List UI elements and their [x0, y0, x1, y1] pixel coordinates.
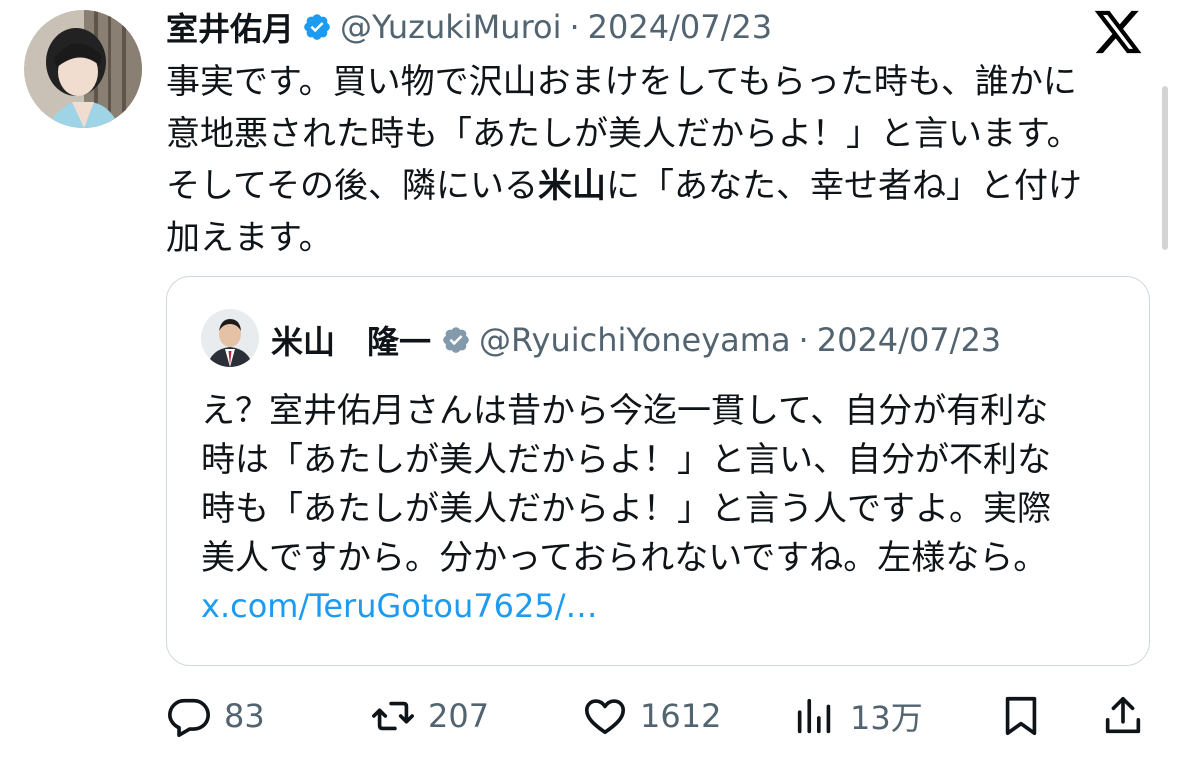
view-count: 13万 [850, 699, 923, 737]
author-name[interactable]: 室井佑月 [166, 4, 294, 50]
separator: · [798, 321, 809, 359]
share-button[interactable] [1100, 688, 1146, 744]
separator: · [569, 8, 580, 46]
quoted-tweet-header: 米山 隆一 @RyuichiYoneyama · 2024/07/23 [271, 315, 1001, 365]
views-button[interactable]: 13万 [792, 688, 923, 744]
tweet-text-line: 加えます。 [166, 218, 333, 258]
tweet-text-highlight: 米山 [537, 166, 606, 206]
verified-badge-icon [443, 327, 469, 353]
like-count: 1612 [640, 697, 722, 735]
action-bar: 83 207 1612 13万 [0, 688, 1179, 744]
tweet-text-segment: そしてその後、隣にいる [166, 166, 538, 206]
bookmark-button[interactable] [998, 688, 1044, 744]
quoted-author-handle[interactable]: @RyuichiYoneyama [479, 321, 791, 359]
repost-button[interactable]: 207 [370, 688, 489, 744]
tweet-text-segment: に「あなた、幸せ者ね」と付け [605, 166, 1082, 206]
reply-count: 83 [224, 697, 265, 735]
tweet-text-line: 事実です。買い物で沢山おまけをしてもらった時も、誰かに [166, 62, 1077, 102]
quoted-author-avatar[interactable] [201, 309, 259, 367]
views-icon [797, 698, 831, 734]
quoted-tweet-date[interactable]: 2024/07/23 [817, 321, 1001, 359]
quoted-text-line: 時は「あたしが美人だからよ！」と言い、自分が不利な [201, 440, 1051, 480]
quoted-tweet-link[interactable]: x.com/TeruGotou7625/… [201, 587, 597, 625]
quoted-text-line: え？室井佑月さんは昔から今迄一貫して、自分が有利な [201, 391, 1049, 431]
author-avatar[interactable] [24, 10, 142, 128]
verified-badge-icon [304, 14, 330, 40]
tweet-date[interactable]: 2024/07/23 [588, 8, 772, 46]
quoted-author-name[interactable]: 米山 隆一 [271, 317, 431, 363]
quoted-text-line: 時も「あたしが美人だからよ！」と言う人ですよ。実際 [201, 489, 1051, 529]
share-icon [1105, 696, 1141, 734]
quoted-text-line: 美人ですから。分かっておられないですね。左様なら。 [201, 538, 1048, 578]
reply-button[interactable]: 83 [166, 688, 265, 744]
bookmark-icon [1005, 696, 1037, 736]
like-button[interactable]: 1612 [582, 688, 721, 744]
quoted-tweet-text: え？室井佑月さんは昔から今迄一貫して、自分が有利な 時は「あたしが美人だからよ！… [201, 387, 1131, 583]
tweet-text-line: そしてその後、隣にいる米山に「あなた、幸せ者ね」と付け [166, 160, 1156, 212]
repost-count: 207 [428, 697, 490, 735]
tweet-text: 事実です。買い物で沢山おまけをしてもらった時も、誰かに 意地悪された時も「あたし… [166, 56, 1156, 264]
x-logo-icon [1094, 10, 1142, 54]
scrollbar[interactable] [1162, 86, 1168, 250]
tweet-text-line: 意地悪された時も「あたしが美人だからよ！」と言います。 [166, 114, 1081, 154]
reply-icon [168, 698, 210, 737]
repost-icon [372, 701, 414, 731]
author-handle[interactable]: @YuzukiMuroi [340, 8, 561, 46]
like-icon [584, 699, 626, 735]
quoted-tweet[interactable]: 米山 隆一 @RyuichiYoneyama · 2024/07/23 え？室井… [166, 276, 1150, 666]
tweet-header: 室井佑月 @YuzukiMuroi · 2024/07/23 [166, 2, 772, 52]
